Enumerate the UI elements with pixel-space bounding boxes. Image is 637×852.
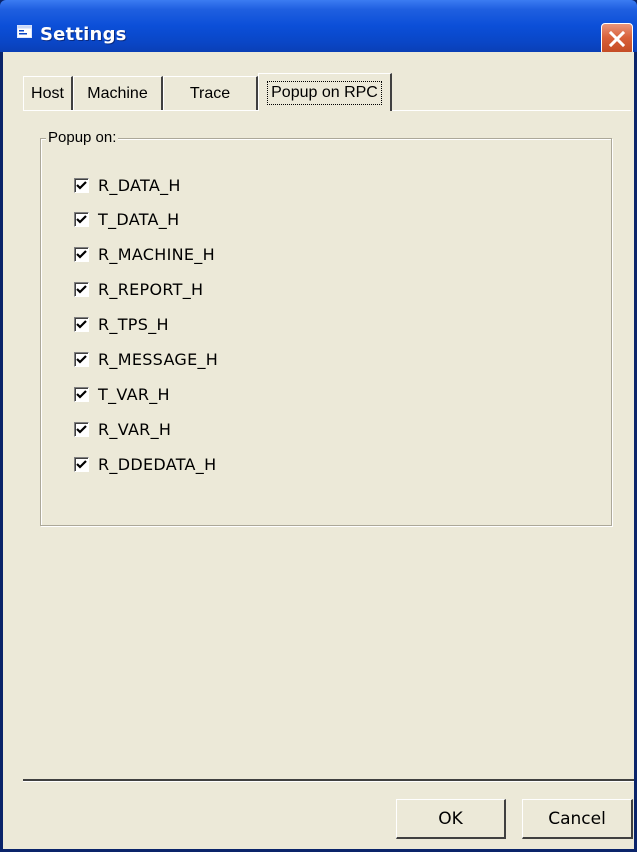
group-legend: Popup on:: [46, 129, 119, 146]
checkmark-icon: [76, 424, 87, 434]
tab-popup-on-rpc-label: Popup on RPC: [267, 80, 382, 105]
checkbox-t-data-h[interactable]: T_DATA_H: [74, 209, 179, 229]
checkbox-label: R_DDEDATA_H: [98, 454, 217, 474]
checkbox-box[interactable]: [74, 456, 89, 472]
checkbox-t-var-h[interactable]: T_VAR_H: [74, 384, 170, 404]
title-bar[interactable]: Settings: [0, 0, 637, 55]
checkmark-icon: [76, 459, 87, 469]
footer-separator-highlight: [23, 781, 634, 782]
checkbox-box[interactable]: [74, 421, 89, 437]
checkbox-r-tps-h[interactable]: R_TPS_H: [74, 314, 169, 334]
checkbox-r-machine-h[interactable]: R_MACHINE_H: [74, 244, 215, 264]
settings-dialog: Settings Host Machine Trace Popup on RPC…: [0, 0, 637, 852]
checkmark-icon: [76, 249, 87, 259]
checkbox-label: R_VAR_H: [98, 419, 172, 439]
checkbox-label: R_REPORT_H: [98, 279, 204, 299]
checkmark-icon: [76, 319, 87, 329]
tab-host[interactable]: Host: [23, 76, 73, 110]
window-app-icon: [17, 25, 32, 38]
tab-popup-on-rpc[interactable]: Popup on RPC: [258, 73, 392, 111]
checkbox-r-report-h[interactable]: R_REPORT_H: [74, 279, 203, 299]
tab-host-label: Host: [31, 84, 64, 102]
checkbox-r-ddedata-h[interactable]: R_DDEDATA_H: [74, 454, 216, 474]
checkbox-r-var-h[interactable]: R_VAR_H: [74, 419, 171, 439]
checkmark-icon: [76, 180, 87, 190]
cancel-button[interactable]: Cancel: [522, 799, 633, 839]
close-icon: [609, 31, 625, 47]
ok-button[interactable]: OK: [396, 799, 506, 839]
checkbox-r-data-h[interactable]: R_DATA_H: [74, 175, 181, 195]
checkbox-r-message-h[interactable]: R_MESSAGE_H: [74, 349, 218, 369]
window-title: Settings: [40, 24, 127, 45]
checkmark-icon: [76, 214, 87, 224]
tab-trace-label: Trace: [189, 84, 231, 102]
checkbox-label: T_VAR_H: [98, 384, 170, 404]
checkbox-label: T_DATA_H: [98, 209, 180, 229]
checkbox-box[interactable]: [74, 177, 89, 193]
checkmark-icon: [76, 354, 87, 364]
checkbox-box[interactable]: [74, 211, 89, 227]
checkmark-icon: [76, 284, 87, 294]
checkbox-box[interactable]: [74, 351, 89, 367]
dialog-client-area: Host Machine Trace Popup on RPC Popup on…: [3, 52, 634, 849]
checkbox-box[interactable]: [74, 246, 89, 262]
tab-trace[interactable]: Trace: [163, 76, 258, 110]
tab-machine[interactable]: Machine: [73, 76, 163, 110]
checkmark-icon: [76, 389, 87, 399]
checkbox-label: R_MESSAGE_H: [98, 349, 219, 369]
close-button[interactable]: [601, 23, 633, 55]
tab-machine-label: Machine: [87, 84, 148, 102]
checkbox-label: R_MACHINE_H: [98, 244, 215, 264]
checkbox-box[interactable]: [74, 316, 89, 332]
checkbox-box[interactable]: [74, 281, 89, 297]
checkbox-label: R_DATA_H: [98, 175, 181, 195]
checkbox-label: R_TPS_H: [98, 314, 169, 334]
checkbox-box[interactable]: [74, 386, 89, 402]
